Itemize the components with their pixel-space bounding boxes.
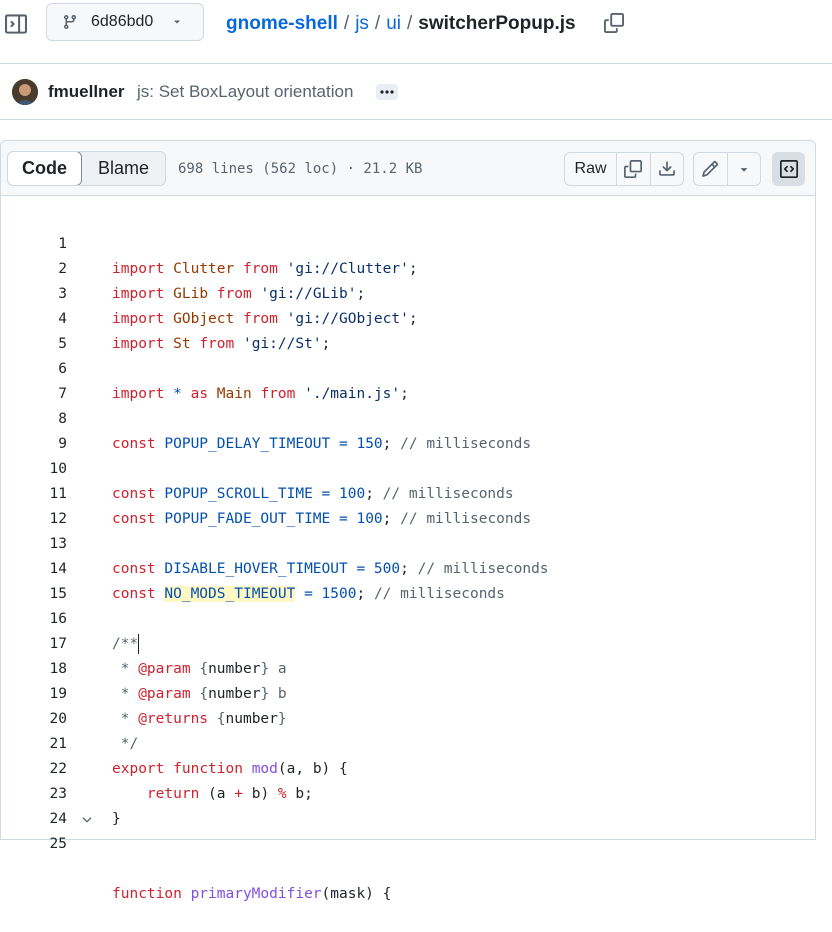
breadcrumb: gnome-shell / js / ui / switcherPopup.js <box>226 10 576 38</box>
code-line: 13 const DISABLE_HOVER_TIMEOUT = 500; //… <box>0 507 815 577</box>
divider <box>0 63 832 64</box>
breadcrumb-separator: / <box>374 13 381 34</box>
code-line: 6 import * as Main from './main.js'; <box>0 332 815 402</box>
avatar[interactable] <box>12 79 38 105</box>
tab-blame[interactable]: Blame <box>82 152 166 185</box>
copy-icon <box>604 13 624 33</box>
divider <box>0 119 832 120</box>
code-line: 14 const NO_MODS_TIMEOUT = 1500; // mill… <box>0 532 815 602</box>
pencil-icon <box>702 161 719 177</box>
commit-author[interactable]: fmuellner <box>48 81 125 103</box>
edit-group <box>693 152 761 186</box>
raw-copy-download-group: Raw <box>564 152 684 186</box>
code-line: 10 const POPUP_SCROLL_TIME = 100; // mil… <box>0 432 815 502</box>
branch-name: 6d86bd0 <box>91 13 154 30</box>
edit-options-button[interactable] <box>728 153 761 185</box>
triangle-down-icon <box>740 168 747 172</box>
copy-path-button[interactable] <box>603 12 625 34</box>
code-square-icon <box>779 160 798 178</box>
sidebar-expand-icon <box>5 14 27 34</box>
code-line: 3 import GObject from 'gi://GObject'; <box>0 257 815 327</box>
code-line: 5 <box>0 307 815 352</box>
copy-raw-button[interactable] <box>617 153 651 185</box>
code-line: 20 */ <box>0 682 815 752</box>
code-line: 19 * @returns {number} <box>0 657 815 727</box>
code-line: 1 import Clutter from 'gi://Clutter'; <box>0 207 815 277</box>
breadcrumb-repo-link[interactable]: gnome-shell <box>226 13 338 34</box>
code-line: 25 function primaryModifier(mask) { <box>0 807 815 902</box>
view-toggle: Code Blame <box>7 151 167 186</box>
tab-code[interactable]: Code <box>8 152 82 185</box>
breadcrumb-separator: / <box>407 13 413 34</box>
expand-file-tree-button[interactable] <box>4 12 28 36</box>
download-icon <box>658 161 675 176</box>
symbols-panel-button[interactable] <box>772 152 805 186</box>
git-branch-icon <box>62 13 80 31</box>
code-line: 9 <box>0 407 815 452</box>
code-line: 16 /** <box>0 582 815 654</box>
code-line: 15 <box>0 557 815 602</box>
code-line: 7 <box>0 357 815 402</box>
breadcrumb-separator: / <box>343 13 350 34</box>
edit-file-button[interactable] <box>694 153 728 185</box>
expand-commit-button[interactable] <box>376 84 398 100</box>
code-line: 18 * @param {number} b <box>0 632 815 702</box>
code-line: 2 import GLib from 'gi://GLib'; <box>0 232 815 302</box>
raw-label: Raw <box>574 160 607 177</box>
breadcrumb-ui-link[interactable]: ui <box>386 13 401 34</box>
breadcrumb-file-name: switcherPopup.js <box>418 13 576 34</box>
file-info: 698 lines (562 loc) · 21.2 KB <box>178 161 423 177</box>
line-number[interactable]: 25 <box>0 832 67 857</box>
triangle-down-icon <box>171 16 183 28</box>
code-view[interactable]: 1 import Clutter from 'gi://Clutter'; 2 … <box>0 197 815 902</box>
commit-message[interactable]: js: Set BoxLayout orientation <box>137 81 353 103</box>
download-button[interactable] <box>651 153 683 185</box>
code-line: 23 } <box>0 757 815 827</box>
copy-icon <box>624 160 643 178</box>
code-line: 8 const POPUP_DELAY_TIMEOUT = 150; // mi… <box>0 382 815 452</box>
code-line: 12 <box>0 482 815 527</box>
code-line: 11 const POPUP_FADE_OUT_TIME = 100; // m… <box>0 457 815 527</box>
code-line: 4 import St from 'gi://St'; <box>0 282 815 352</box>
code-line: 17 * @param {number} a <box>0 607 815 677</box>
chevron-down-icon[interactable] <box>80 813 94 827</box>
code-line: 21 export function mod(a, b) { <box>0 707 815 777</box>
code-line: 22 return (a + b) % b; <box>0 732 815 802</box>
kebab-horizontal-icon <box>380 90 394 94</box>
branch-selector-button[interactable]: 6d86bd0 <box>46 3 204 41</box>
code-line: 24 <box>0 782 815 827</box>
breadcrumb-js-link[interactable]: js <box>355 13 369 34</box>
raw-button[interactable]: Raw <box>565 153 618 185</box>
